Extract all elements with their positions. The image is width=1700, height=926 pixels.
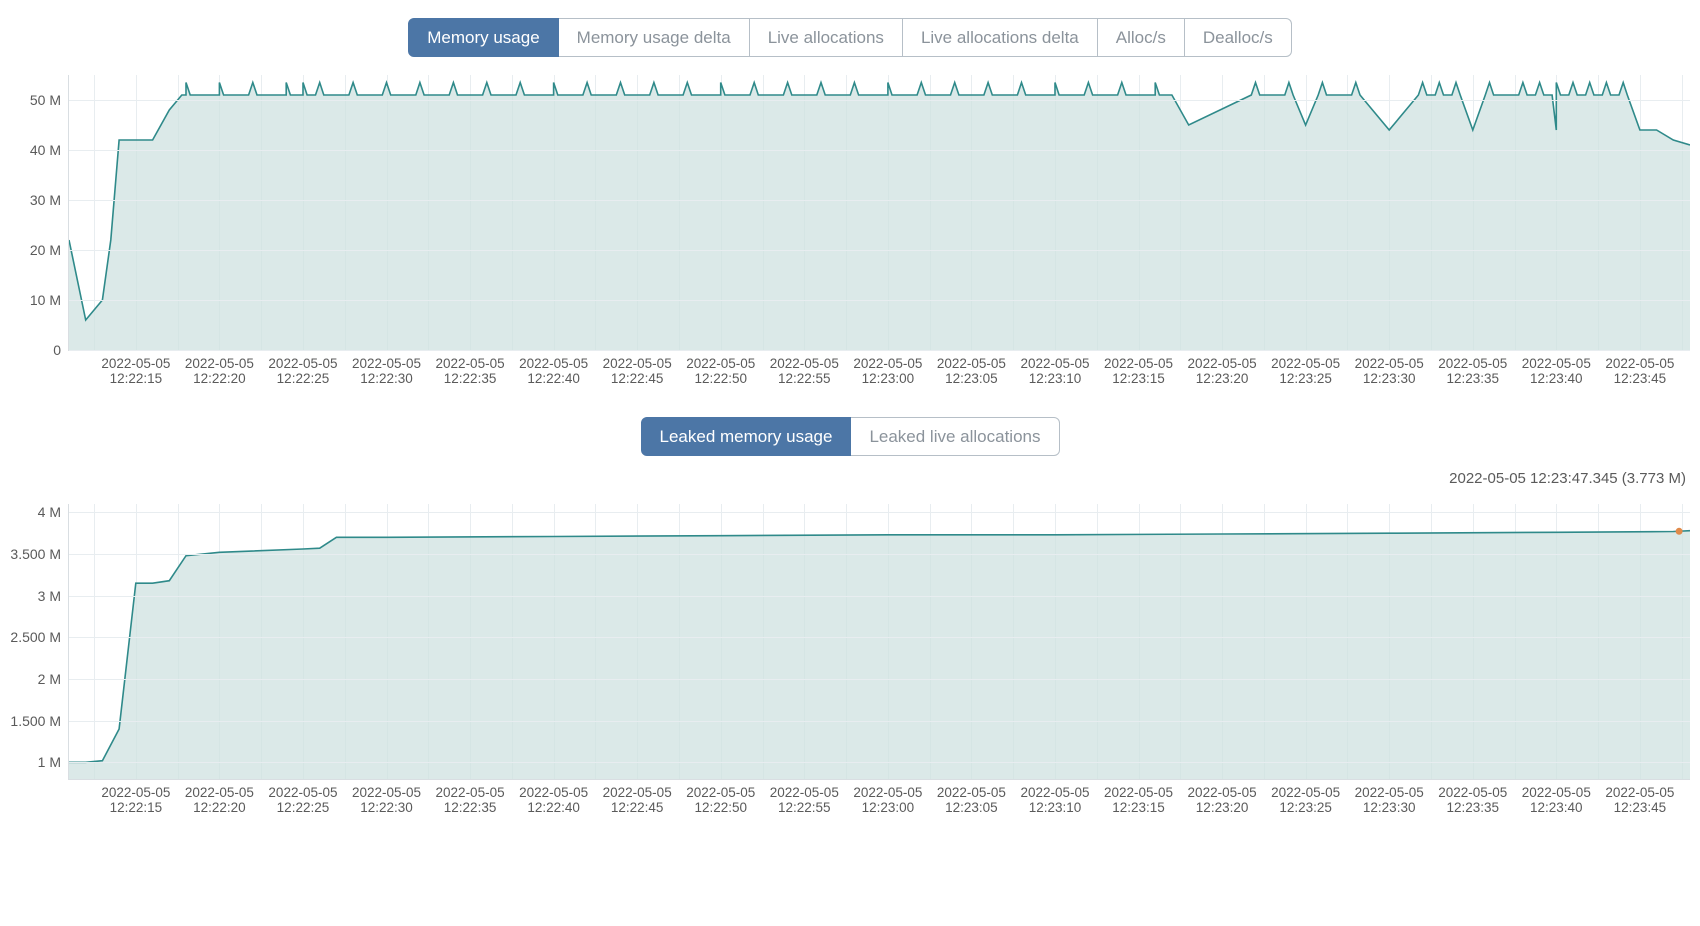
tab-leaked-memory-usage[interactable]: Leaked memory usage [641, 417, 852, 456]
y-axis-tick-label: 2 M [38, 671, 69, 687]
y-axis-tick-label: 50 M [30, 92, 69, 108]
tab-alloc-per-sec[interactable]: Alloc/s [1098, 18, 1185, 57]
x-axis-tick-label: 2022-05-0512:22:15 [101, 779, 170, 815]
tabs-allocations: Memory usage Memory usage delta Live all… [0, 0, 1700, 57]
x-axis-tick-label: 2022-05-0512:22:45 [603, 350, 672, 386]
x-axis-tick-label: 2022-05-0512:23:15 [1104, 779, 1173, 815]
x-axis-tick-label: 2022-05-0512:22:35 [436, 779, 505, 815]
x-axis-tick-label: 2022-05-0512:23:00 [853, 350, 922, 386]
y-axis-tick-label: 10 M [30, 292, 69, 308]
x-axis-tick-label: 2022-05-0512:23:25 [1271, 350, 1340, 386]
tab-live-allocations-delta[interactable]: Live allocations delta [903, 18, 1098, 57]
x-axis-tick-label: 2022-05-0512:23:45 [1605, 779, 1674, 815]
y-axis-tick-label: 0 [53, 342, 69, 358]
x-axis-tick-label: 2022-05-0512:23:25 [1271, 779, 1340, 815]
x-axis-tick-label: 2022-05-0512:23:40 [1522, 779, 1591, 815]
x-axis-tick-label: 2022-05-0512:23:30 [1355, 779, 1424, 815]
x-axis-tick-label: 2022-05-0512:23:05 [937, 779, 1006, 815]
y-axis-tick-label: 40 M [30, 142, 69, 158]
tab-live-allocations[interactable]: Live allocations [750, 18, 903, 57]
chart-leaked-memory-usage[interactable]: 1 M 1.500 M 2 M 2.500 M 3 M 3.500 M 4 M 2022-05… [0, 498, 1700, 828]
x-axis-tick-label: 2022-05-0512:23:35 [1438, 350, 1507, 386]
y-axis-tick-label: 20 M [30, 242, 69, 258]
x-axis-tick-label: 2022-05-0512:22:35 [436, 350, 505, 386]
tab-memory-usage[interactable]: Memory usage [408, 18, 558, 57]
x-axis-tick-label: 2022-05-0512:22:55 [770, 779, 839, 815]
chart-hover-readout: 2022-05-05 12:23:47.345 (3.773 M) [1449, 470, 1686, 487]
x-axis-tick-label: 2022-05-0512:22:15 [101, 350, 170, 386]
x-axis-tick-label: 2022-05-0512:22:40 [519, 350, 588, 386]
x-axis-tick-label: 2022-05-0512:23:40 [1522, 350, 1591, 386]
x-axis-tick-label: 2022-05-0512:23:20 [1188, 350, 1257, 386]
tabs-leaked: Leaked memory usage Leaked live allocati… [0, 399, 1700, 456]
x-axis-tick-label: 2022-05-0512:23:30 [1355, 350, 1424, 386]
x-axis-tick-label: 2022-05-0512:22:25 [268, 350, 337, 386]
x-axis-tick-label: 2022-05-0512:22:55 [770, 350, 839, 386]
x-axis-tick-label: 2022-05-0512:22:45 [603, 779, 672, 815]
x-axis-tick-label: 2022-05-0512:22:30 [352, 779, 421, 815]
x-axis-tick-label: 2022-05-0512:23:10 [1020, 779, 1089, 815]
x-axis-tick-label: 2022-05-0512:22:40 [519, 779, 588, 815]
x-axis-tick-label: 2022-05-0512:23:00 [853, 779, 922, 815]
y-axis-tick-label: 4 M [38, 504, 69, 520]
y-axis-tick-label: 3 M [38, 588, 69, 604]
chart-memory-usage[interactable]: 0 10 M 20 M 30 M 40 M 50 M 2022-05-0512:22:15 2… [0, 69, 1700, 399]
x-axis-tick-label: 2022-05-0512:22:20 [185, 779, 254, 815]
x-axis-tick-label: 2022-05-0512:23:35 [1438, 779, 1507, 815]
y-axis-tick-label: 1 M [38, 754, 69, 770]
x-axis-tick-label: 2022-05-0512:22:30 [352, 350, 421, 386]
x-axis-tick-label: 2022-05-0512:23:45 [1605, 350, 1674, 386]
y-axis-tick-label: 2.500 M [10, 629, 69, 645]
x-axis-tick-label: 2022-05-0512:23:20 [1188, 779, 1257, 815]
y-axis-tick-label: 30 M [30, 192, 69, 208]
tab-leaked-live-allocations[interactable]: Leaked live allocations [851, 417, 1059, 456]
x-axis-tick-label: 2022-05-0512:23:05 [937, 350, 1006, 386]
y-axis-tick-label: 3.500 M [10, 546, 69, 562]
tab-memory-usage-delta[interactable]: Memory usage delta [559, 18, 750, 57]
x-axis-tick-label: 2022-05-0512:22:20 [185, 350, 254, 386]
x-axis-tick-label: 2022-05-0512:22:50 [686, 779, 755, 815]
x-axis-tick-label: 2022-05-0512:22:25 [268, 779, 337, 815]
x-axis-tick-label: 2022-05-0512:22:50 [686, 350, 755, 386]
x-axis-tick-label: 2022-05-0512:23:10 [1020, 350, 1089, 386]
x-axis-tick-label: 2022-05-0512:23:15 [1104, 350, 1173, 386]
y-axis-tick-label: 1.500 M [10, 713, 69, 729]
tab-dealloc-per-sec[interactable]: Dealloc/s [1185, 18, 1292, 57]
